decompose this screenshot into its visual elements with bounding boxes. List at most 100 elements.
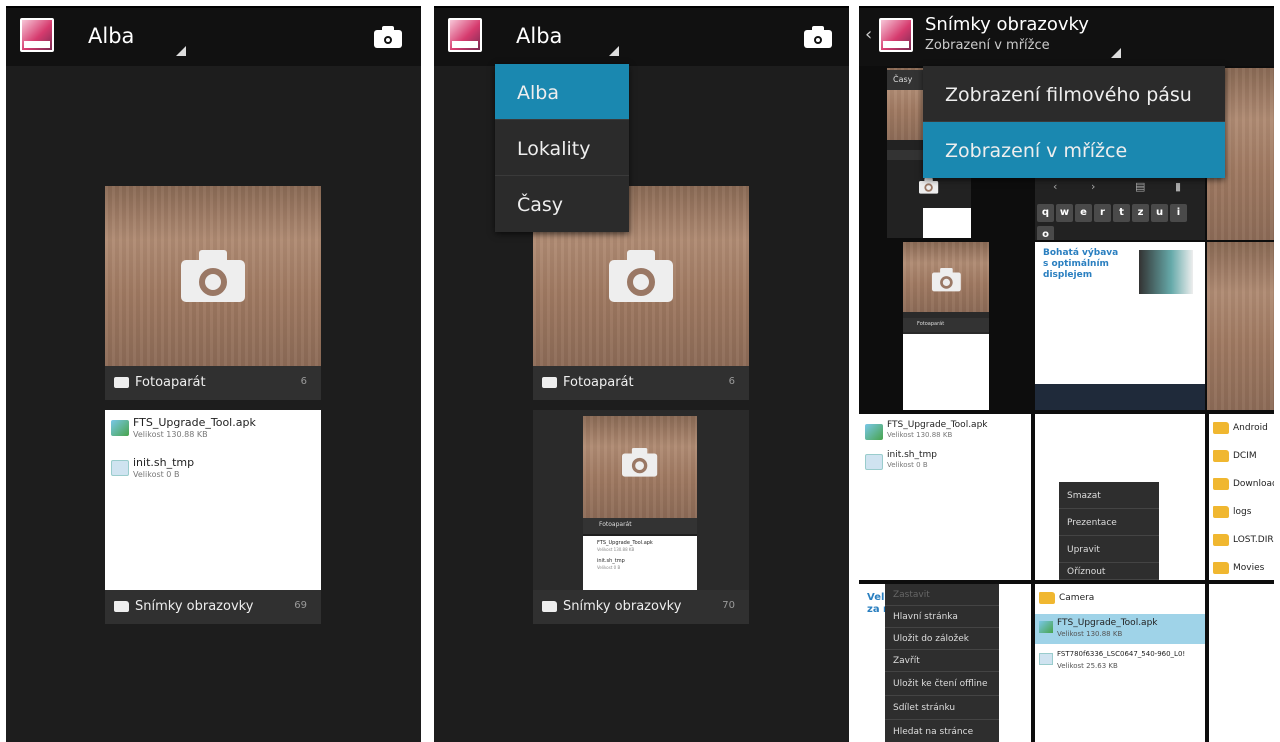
ctx-item-oriznout[interactable]: Oříznout bbox=[1059, 563, 1159, 580]
action-bar: Alba bbox=[434, 8, 849, 66]
camera-small-icon bbox=[542, 377, 557, 388]
apk-file-icon bbox=[865, 424, 883, 440]
menu-item-casy[interactable]: Časy bbox=[495, 176, 629, 232]
grid-cell-browser-menu[interactable]: Velk za n Zastavit Hlavní stránka Uložit … bbox=[859, 584, 1031, 742]
view-mode-spinner[interactable]: Zobrazení v mřížce bbox=[925, 38, 1050, 53]
album-count: 70 bbox=[722, 600, 735, 611]
album-title: Snímky obrazovky bbox=[563, 599, 682, 614]
casy-tag[interactable]: Časy bbox=[887, 70, 923, 90]
screen-albums-dropdown: Alba Fotoaparát 6 Fotoaparát FTS_Upgrade… bbox=[434, 6, 849, 742]
camera-small-icon bbox=[114, 377, 129, 388]
grid-cell-blank[interactable] bbox=[1209, 584, 1274, 742]
ctx-item-sdilet-stranku[interactable]: Sdílet stránku bbox=[885, 696, 999, 720]
gallery-app-icon[interactable] bbox=[448, 18, 482, 52]
camera-placeholder-icon bbox=[181, 250, 245, 302]
ctx-item-zastavit[interactable]: Zastavit bbox=[885, 584, 999, 606]
context-menu: Smazat Prezentace Upravit Oříznout bbox=[1059, 482, 1159, 580]
album-view-spinner[interactable]: Alba bbox=[516, 24, 562, 48]
keyboard-row: q w e r t z u io bbox=[1037, 200, 1205, 240]
album-label-bar: Snímky obrazovky 69 bbox=[105, 590, 321, 624]
album-view-spinner[interactable]: Alba bbox=[88, 24, 134, 48]
folder-row: Camera bbox=[1035, 584, 1205, 614]
chevron-right-icon: › bbox=[1091, 180, 1096, 193]
folder-icon bbox=[1213, 422, 1229, 434]
album-count: 69 bbox=[294, 600, 307, 611]
ctx-item-upravit[interactable]: Upravit bbox=[1059, 536, 1159, 563]
album-title: Fotoaparát bbox=[135, 375, 206, 390]
folder-icon bbox=[1039, 592, 1055, 604]
back-chevron-icon[interactable]: ‹ bbox=[865, 24, 872, 45]
keyboard-icon: ▤ bbox=[1135, 180, 1146, 193]
view-mode-menu: Zobrazení filmového pásu Zobrazení v mří… bbox=[923, 66, 1225, 178]
browser-context-menu: Zastavit Hlavní stránka Uložit do zálože… bbox=[885, 584, 999, 742]
album-title: Fotoaparát bbox=[563, 375, 634, 390]
ctx-item-hlavni-stranka[interactable]: Hlavní stránka bbox=[885, 606, 999, 628]
folder-icon bbox=[1213, 450, 1229, 462]
folder-icon bbox=[1213, 478, 1229, 490]
chevron-left-icon: ‹ bbox=[1053, 180, 1058, 193]
folder-row: Download bbox=[1209, 470, 1274, 500]
ctx-item-ulozit-offline[interactable]: Uložit ke čtení offline bbox=[885, 672, 999, 696]
folder-row: Android bbox=[1209, 414, 1274, 444]
grid-cell-keyboard[interactable]: ‹ › ▤ ▮ q w e r t z u io bbox=[1035, 168, 1205, 240]
menu-item-filmstrip[interactable]: Zobrazení filmového pásu bbox=[923, 66, 1225, 122]
album-label-bar: Snímky obrazovky 70 bbox=[533, 590, 749, 624]
spinner-arrow-icon bbox=[1111, 48, 1121, 58]
grid-cell-context-menu[interactable]: Smazat Prezentace Upravit Oříznout bbox=[1035, 414, 1205, 580]
album-fotoaparat[interactable]: Fotoaparát 6 bbox=[105, 186, 321, 400]
ctx-item-prezentace[interactable]: Prezentace bbox=[1059, 509, 1159, 536]
camera-placeholder-icon bbox=[609, 250, 673, 302]
view-dropdown-menu: Alba Lokality Časy bbox=[495, 64, 629, 232]
spinner-arrow-icon bbox=[176, 46, 186, 56]
gallery-app-icon[interactable] bbox=[20, 18, 54, 52]
camera-placeholder-icon bbox=[932, 268, 961, 292]
folder-icon bbox=[1213, 562, 1229, 574]
nested-file-list: FTS_Upgrade_Tool.apk Velikost 130.88 KB … bbox=[583, 536, 697, 590]
folder-icon bbox=[542, 601, 557, 612]
file-item-selected: FTS_Upgrade_Tool.apk Velikost 130.88 KB bbox=[1035, 614, 1205, 644]
action-bar: ‹ Snímky obrazovky Zobrazení v mřížce bbox=[859, 8, 1274, 66]
ctx-item-smazat[interactable]: Smazat bbox=[1059, 482, 1159, 509]
spinner-arrow-icon bbox=[609, 46, 619, 56]
grid-cell-wood[interactable] bbox=[1207, 242, 1274, 410]
grid-cell-album-preview[interactable]: Fotoaparát bbox=[903, 242, 989, 410]
grid-cell-promo[interactable]: Bohatá výbava s optimálním displejem bbox=[1035, 242, 1205, 410]
grid-cell-files[interactable]: FTS_Upgrade_Tool.apk Velikost 130.88 KB … bbox=[859, 414, 1031, 580]
folder-icon bbox=[1213, 506, 1229, 518]
menu-item-lokality[interactable]: Lokality bbox=[495, 120, 629, 176]
folder-row: LOST.DIR bbox=[1209, 526, 1274, 556]
album-label-bar: Fotoaparát 6 bbox=[533, 366, 749, 400]
nested-album-preview: Fotoaparát FTS_Upgrade_Tool.apk Velikost… bbox=[583, 416, 697, 590]
album-snimky-obrazovky[interactable]: Fotoaparát FTS_Upgrade_Tool.apk Velikost… bbox=[533, 410, 749, 624]
camera-icon[interactable] bbox=[374, 26, 402, 48]
album-title: Snímky obrazovky bbox=[925, 14, 1089, 35]
grid-cell-folders[interactable]: Android DCIM Download logs LOST.DIR Movi… bbox=[1209, 414, 1274, 580]
grid-cell-file-list[interactable]: Camera FTS_Upgrade_Tool.apk Velikost 130… bbox=[1035, 584, 1205, 742]
unknown-file-icon bbox=[1039, 653, 1053, 665]
folder-row: DCIM bbox=[1209, 442, 1274, 472]
album-title: Snímky obrazovky bbox=[135, 599, 254, 614]
folder-icon bbox=[1213, 534, 1229, 546]
gallery-app-icon[interactable] bbox=[879, 18, 913, 52]
camera-icon[interactable] bbox=[804, 26, 832, 48]
unknown-file-icon bbox=[111, 460, 129, 476]
album-label-bar: Fotoaparát 6 bbox=[105, 366, 321, 400]
action-bar: Alba bbox=[6, 8, 421, 66]
camera-placeholder-icon bbox=[919, 178, 939, 194]
menu-item-alba[interactable]: Alba bbox=[495, 64, 629, 120]
apk-file-icon bbox=[111, 420, 129, 436]
camera-placeholder-icon bbox=[622, 448, 658, 477]
folder-icon bbox=[114, 601, 129, 612]
bookmark-icon: ▮ bbox=[1175, 180, 1182, 193]
ctx-item-ulozit-do-zalozek[interactable]: Uložit do záložek bbox=[885, 628, 999, 650]
album-count: 6 bbox=[300, 376, 307, 387]
album-snimky-obrazovky[interactable]: FTS_Upgrade_Tool.apk Velikost 130.88 KB … bbox=[105, 410, 321, 624]
folder-row: Movies bbox=[1209, 554, 1274, 580]
folder-row: logs bbox=[1209, 498, 1274, 528]
apk-file-icon bbox=[1039, 621, 1053, 633]
ctx-item-zavrit[interactable]: Zavřít bbox=[885, 650, 999, 672]
menu-item-grid[interactable]: Zobrazení v mřížce bbox=[923, 122, 1225, 178]
album-count: 6 bbox=[728, 376, 735, 387]
screen-grid-view: ‹ › ▤ ▮ q w e r t z u io Fotoaparát Bohatá výba… bbox=[859, 6, 1274, 742]
ctx-item-hledat-na-strance[interactable]: Hledat na stránce bbox=[885, 720, 999, 742]
